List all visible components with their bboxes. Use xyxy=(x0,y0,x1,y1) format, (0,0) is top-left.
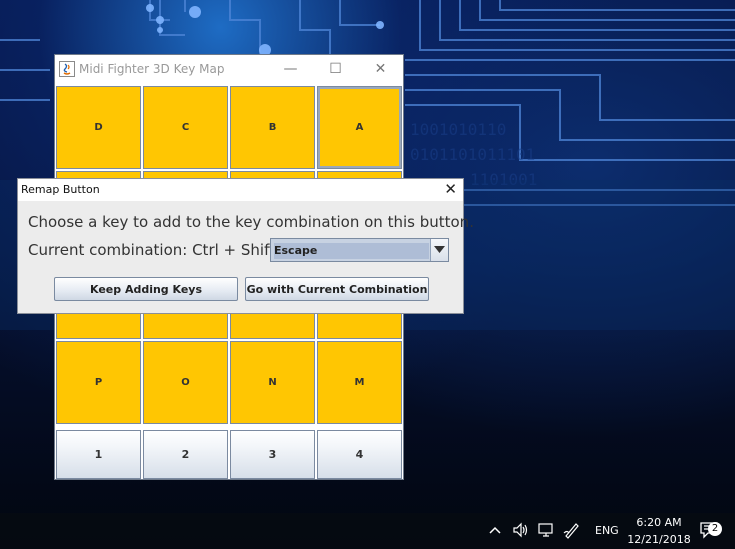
notification-count-badge: 2 xyxy=(708,522,722,536)
bank-button-4[interactable]: 4 xyxy=(317,430,402,479)
bank-button-1[interactable]: 1 xyxy=(56,430,141,479)
svg-text:1001010110: 1001010110 xyxy=(410,120,506,139)
window-title: Midi Fighter 3D Key Map xyxy=(79,62,225,76)
current-combination-label: Current combination: Ctrl + Shift + xyxy=(28,241,293,259)
minimize-button[interactable]: — xyxy=(268,55,313,85)
java-app-icon xyxy=(59,61,75,77)
speaker-icon[interactable] xyxy=(512,521,530,539)
maximize-button[interactable]: ☐ xyxy=(313,55,358,85)
dialog-close-button[interactable]: ✕ xyxy=(444,180,457,198)
title-bar[interactable]: Midi Fighter 3D Key Map — ☐ ✕ xyxy=(55,55,403,85)
key-cell-b[interactable]: B xyxy=(230,86,315,169)
selected-key-value: Escape xyxy=(274,243,429,259)
network-icon[interactable] xyxy=(537,521,555,539)
pen-ink-icon[interactable] xyxy=(563,521,581,539)
close-button[interactable]: ✕ xyxy=(358,55,403,85)
go-with-current-combination-button[interactable]: Go with Current Combination xyxy=(245,277,429,301)
svg-text:0101101011101: 0101101011101 xyxy=(410,145,535,164)
taskbar: ENG 6:20 AM 12/21/2018 xyxy=(0,513,735,549)
keep-adding-keys-button[interactable]: Keep Adding Keys xyxy=(54,277,238,301)
bank-button-3[interactable]: 3 xyxy=(230,430,315,479)
show-hidden-icons-icon[interactable] xyxy=(488,521,502,539)
clock-date[interactable]: 12/21/2018 xyxy=(624,533,694,546)
clock-time[interactable]: 6:20 AM xyxy=(634,516,684,529)
dialog-prompt: Choose a key to add to the key combinati… xyxy=(28,213,474,231)
key-cell-o[interactable]: O xyxy=(143,341,228,424)
key-select-dropdown[interactable]: Escape xyxy=(270,238,449,262)
key-cell-c[interactable]: C xyxy=(143,86,228,169)
key-cell-m[interactable]: M xyxy=(317,341,402,424)
remap-dialog: Remap Button ✕ Choose a key to add to th… xyxy=(17,178,474,314)
input-language[interactable]: ENG xyxy=(595,524,619,537)
key-cell-n[interactable]: N xyxy=(230,341,315,424)
key-cell-a[interactable]: A xyxy=(317,86,402,169)
chevron-down-icon xyxy=(434,246,445,253)
key-cell-d[interactable]: D xyxy=(56,86,141,169)
key-cell-p[interactable]: P xyxy=(56,341,141,424)
dialog-title-bar[interactable]: Remap Button ✕ xyxy=(18,179,463,201)
dialog-title: Remap Button xyxy=(21,183,100,196)
bank-button-2[interactable]: 2 xyxy=(143,430,228,479)
dropdown-arrow[interactable] xyxy=(430,239,448,261)
